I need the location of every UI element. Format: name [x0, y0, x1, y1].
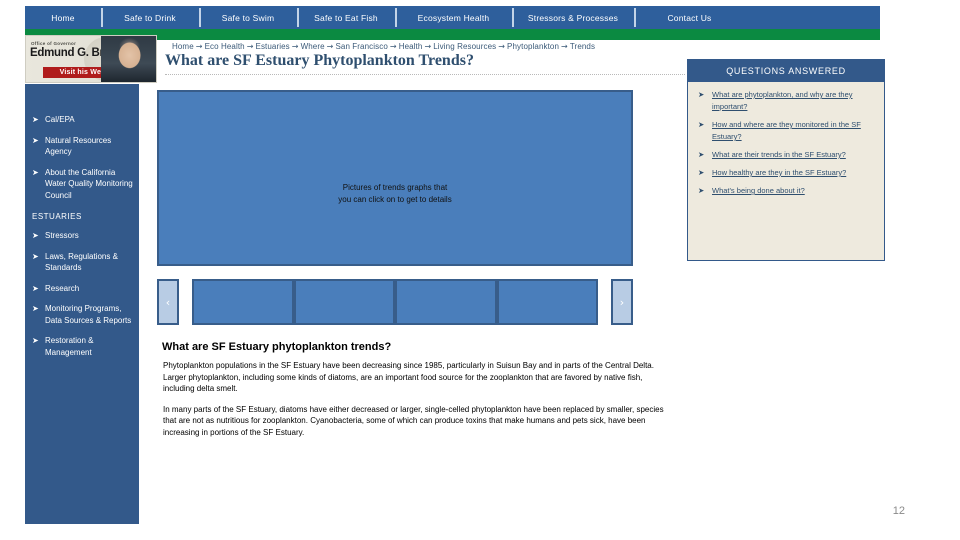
questions-list: ➤ What are phytoplankton, and why are the… [688, 82, 884, 197]
breadcrumb-item-home[interactable]: Home [172, 42, 194, 51]
breadcrumb-item-trends[interactable]: Trends [570, 42, 595, 51]
bullet-arrow-icon: ➤ [32, 336, 39, 345]
sidebar-item-natural-resources-agency[interactable]: ➤ Natural Resources Agency [31, 135, 133, 158]
sidebar-item-laws-regulations-standards[interactable]: ➤ Laws, Regulations & Standards [31, 251, 133, 274]
nav-tab-home[interactable]: Home [25, 6, 101, 29]
page-number: 12 [892, 505, 905, 517]
sidebar-item-label: About the California Water Quality Monit… [45, 167, 133, 200]
question-link-label[interactable]: What's being done about it? [712, 186, 805, 195]
breadcrumb-item-where[interactable]: Where [301, 42, 325, 51]
question-link-label[interactable]: How and where are they monitored in the … [712, 120, 861, 141]
top-navigation-bar: Home Safe to Drink Safe to Swim Safe to Eat… [25, 6, 880, 29]
breadcrumb-arrow-icon: → [326, 42, 334, 51]
sidebar-item-cal-epa[interactable]: ➤ Cal/EPA [31, 114, 133, 126]
breadcrumb-arrow-icon: → [195, 42, 203, 51]
trends-graph-panel[interactable]: Pictures of trends graphs that you can c… [157, 90, 633, 266]
bullet-arrow-icon: ➤ [32, 167, 39, 177]
sidebar-item-monitoring-programs-data-sources-reports[interactable]: ➤ Monitoring Programs, Data Sources & Rep… [31, 303, 133, 326]
breadcrumb-item-phytoplankton[interactable]: Phytoplankton [507, 42, 559, 51]
trends-graph-caption: Pictures of trends graphs that you can c… [159, 182, 631, 206]
governor-portrait-image [101, 36, 156, 82]
bullet-arrow-icon: ➤ [698, 90, 705, 99]
bullet-arrow-icon: ➤ [698, 186, 705, 195]
breadcrumb-item-health[interactable]: Health [399, 42, 423, 51]
carousel-thumbnail-track [192, 279, 598, 325]
body-heading: What are SF Estuary phytoplankton trends… [162, 341, 392, 353]
breadcrumb-arrow-icon: → [246, 42, 254, 51]
nav-tab-ecosystem-health[interactable]: Ecosystem Health [395, 6, 512, 29]
questions-panel-header: QUESTIONS ANSWERED [688, 60, 884, 82]
bullet-arrow-icon: ➤ [32, 231, 39, 240]
question-link-label[interactable]: What are their trends in the SF Estuary? [712, 150, 846, 159]
sidebar-item-label: Restoration & Management [45, 336, 94, 357]
title-divider [165, 74, 685, 75]
nav-tab-safe-to-swim[interactable]: Safe to Swim [199, 6, 297, 29]
carousel-next-arrow-icon[interactable]: › [611, 279, 633, 325]
carousel-thumbnail[interactable] [496, 279, 598, 325]
body-copy: Phytoplankton populations in the SF Estu… [163, 360, 675, 447]
body-paragraph: Phytoplankton populations in the SF Estu… [163, 361, 654, 393]
breadcrumb-arrow-icon: → [424, 42, 432, 51]
bullet-arrow-icon: ➤ [698, 150, 705, 159]
question-link-label[interactable]: What are phytoplankton, and why are they… [712, 90, 853, 111]
breadcrumb-arrow-icon: → [291, 42, 299, 51]
question-link-item[interactable]: ➤ How and where are they monitored in the… [698, 119, 876, 143]
sidebar-item-about-the-california-water-quality-monitoring-council[interactable]: ➤ About the California Water Quality Moni… [31, 167, 133, 202]
sidebar-item-label: Laws, Regulations & Standards [45, 251, 118, 273]
bullet-arrow-icon: ➤ [32, 115, 39, 124]
nav-tab-contact-us[interactable]: Contact Us [634, 6, 745, 29]
breadcrumb: Home → Eco Health → Estuaries → Where → San Fran… [172, 42, 595, 51]
bullet-arrow-icon: ➤ [698, 168, 705, 177]
sidebar-item-label: Monitoring Programs, Data Sources & Repo… [45, 304, 132, 325]
caption-line-1: Pictures of trends graphs that [342, 183, 448, 192]
left-sidebar: ➤ Cal/EPA ➤ Natural Resources Agency ➤ About … [25, 84, 139, 524]
bullet-arrow-icon: ➤ [32, 304, 39, 313]
page-title: What are SF Estuary Phytoplankton Trends… [165, 52, 474, 69]
bullet-arrow-icon: ➤ [32, 283, 39, 293]
carousel-thumbnail[interactable] [395, 279, 497, 325]
sidebar-item-stressors[interactable]: ➤ Stressors [31, 230, 133, 242]
breadcrumb-item-eco-health[interactable]: Eco Health [205, 42, 245, 51]
sidebar-item-restoration-management[interactable]: ➤ Restoration & Management [31, 335, 133, 358]
question-link-label[interactable]: How healthy are they in the SF Estuary? [712, 168, 846, 177]
breadcrumb-item-san-francisco[interactable]: San Francisco [335, 42, 387, 51]
sidebar-item-label: Stressors [45, 231, 79, 240]
sidebar-item-label: Research [45, 283, 80, 293]
breadcrumb-arrow-icon: → [561, 42, 568, 51]
breadcrumb-arrow-icon: → [389, 42, 397, 51]
governor-badge[interactable]: Office of Governor Edmund G. Brown Jr. V… [25, 35, 157, 83]
sidebar-estuary-links: ➤ Stressors ➤ Laws, Regulations & Standards… [31, 230, 133, 358]
carousel-thumbnail[interactable] [293, 279, 395, 325]
caption-line-2: you can click on to get to details [338, 195, 452, 204]
question-link-item[interactable]: ➤ How healthy are they in the SF Estuary? [698, 167, 876, 179]
sidebar-item-label: Cal/EPA [45, 115, 75, 124]
question-link-item[interactable]: ➤ What's being done about it? [698, 185, 876, 197]
breadcrumb-item-estuaries[interactable]: Estuaries [256, 42, 290, 51]
sidebar-agency-links: ➤ Cal/EPA ➤ Natural Resources Agency ➤ About … [31, 114, 133, 201]
bullet-arrow-icon: ➤ [32, 251, 39, 261]
bullet-arrow-icon: ➤ [32, 135, 39, 145]
sidebar-item-research[interactable]: ➤ Research [31, 283, 133, 295]
nav-tab-safe-to-drink[interactable]: Safe to Drink [101, 6, 199, 29]
bullet-arrow-icon: ➤ [698, 120, 705, 129]
nav-tab-stressors-processes[interactable]: Stressors & Processes [512, 6, 634, 29]
body-paragraph: In many parts of the SF Estuary, diatoms… [163, 404, 664, 437]
thumbnail-carousel: ‹ › [157, 279, 633, 325]
breadcrumb-arrow-icon: → [498, 42, 506, 51]
carousel-prev-arrow-icon[interactable]: ‹ [157, 279, 179, 325]
question-link-item[interactable]: ➤ What are phytoplankton, and why are the… [698, 89, 876, 113]
sidebar-heading-estuaries: ESTUARIES [32, 212, 82, 221]
sidebar-item-label: Natural Resources Agency [45, 135, 112, 157]
nav-tab-safe-to-eat-fish[interactable]: Safe to Eat Fish [297, 6, 395, 29]
governor-office-label: Office of Governor [31, 41, 77, 46]
questions-answered-panel: QUESTIONS ANSWERED ➤ What are phytoplankt… [687, 59, 885, 261]
question-link-item[interactable]: ➤ What are their trends in the SF Estuary… [698, 149, 876, 161]
breadcrumb-item-living-resources[interactable]: Living Resources [433, 42, 496, 51]
carousel-thumbnail[interactable] [192, 279, 294, 325]
